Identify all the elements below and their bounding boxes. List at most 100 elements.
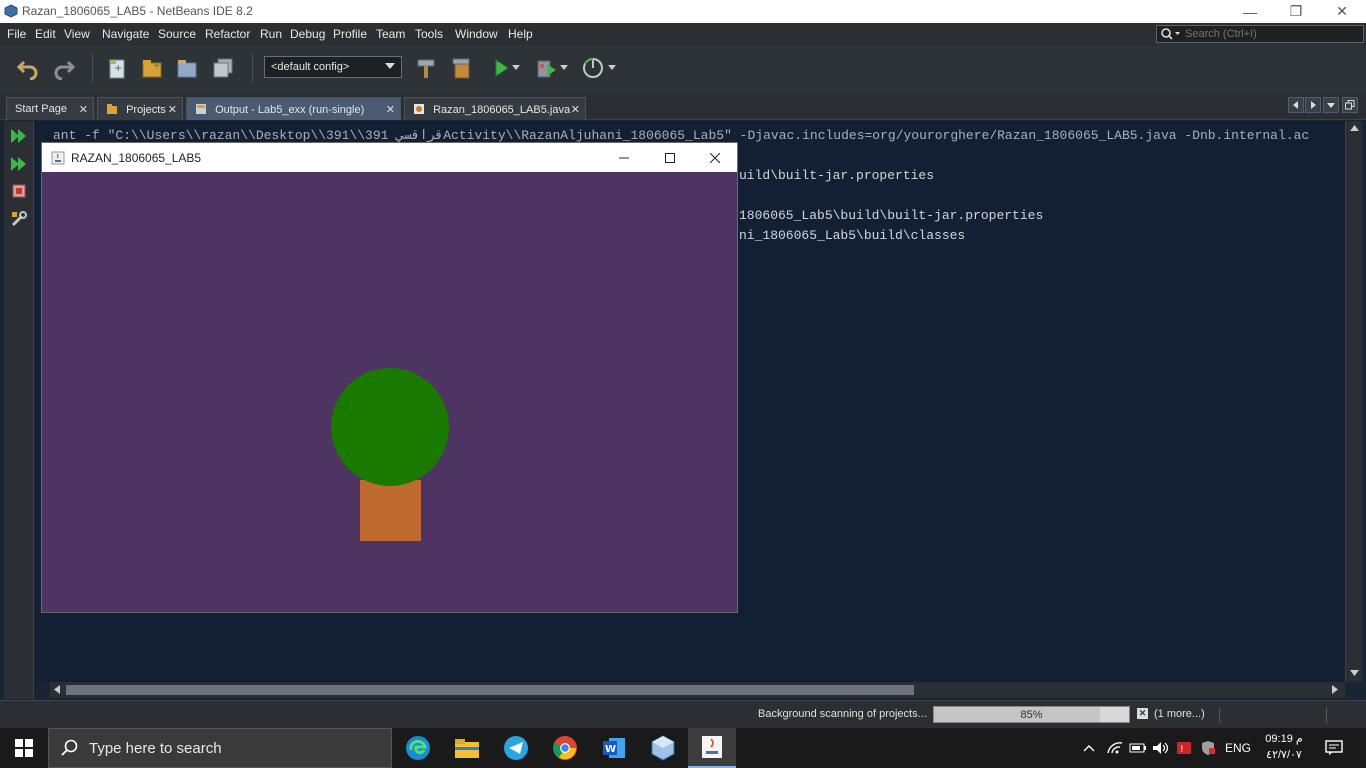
close-icon[interactable]: ✕ [571,103,580,116]
cancel-task-button[interactable]: ✕ [1137,708,1148,719]
volume-control[interactable] [1150,728,1172,768]
tab-scroll-left-button[interactable] [1288,97,1304,113]
undo-button[interactable] [14,54,42,82]
network-status[interactable] [1104,728,1126,768]
tab-projects[interactable]: Projects ✕ [97,97,183,120]
tab-output[interactable]: Output - Lab5_exx (run-single) ✕ [186,97,401,120]
tab-label: Start Page [15,103,67,115]
java-close-button[interactable] [692,143,738,172]
new-project-button[interactable]: + [138,54,166,82]
menu-source[interactable]: Source [158,27,196,41]
menu-run[interactable]: Run [260,27,282,41]
menu-window[interactable]: Window [455,27,498,41]
tab-label: Razan_1806065_LAB5.java [433,104,571,116]
chevron-down-icon [385,63,395,69]
tray-app-2[interactable] [1197,728,1219,768]
stop-button[interactable] [9,181,29,201]
language-indicator[interactable]: ENG [1222,728,1254,768]
taskbar-edge[interactable] [394,728,442,768]
edge-icon [406,736,430,760]
hammer-icon [417,59,435,78]
taskbar-search-box[interactable]: Type here to search [48,728,392,768]
netbeans-icon [4,4,18,18]
menu-profile[interactable]: Profile [333,27,367,41]
redo-button[interactable] [50,54,78,82]
chevron-right-icon [1311,101,1316,109]
run-dropdown[interactable] [508,54,524,82]
chevron-up-icon [1083,745,1095,752]
rerun-button[interactable] [9,126,29,146]
tray-app-1[interactable]: ! [1173,728,1195,768]
clean-build-icon [452,58,470,79]
menu-refactor[interactable]: Refactor [205,27,250,41]
chevron-left-icon [1293,101,1298,109]
profile-gauge-icon [583,58,603,78]
tab-java-file[interactable]: Razan_1806065_LAB5.java ✕ [404,97,586,120]
search-input[interactable] [1185,26,1361,42]
close-button[interactable]: ✕ [1319,0,1365,23]
output-vertical-scrollbar[interactable] [1345,121,1362,682]
config-select[interactable]: <default config> [264,56,402,78]
close-icon[interactable]: ✕ [79,103,88,116]
undo-icon [16,60,38,80]
status-divider [1326,707,1327,723]
menu-team[interactable]: Team [376,27,405,41]
profile-button[interactable] [579,54,607,82]
tab-label: Projects [126,104,166,116]
build-button[interactable] [412,54,440,82]
restore-button[interactable]: ❐ [1273,0,1319,23]
taskbar-chrome[interactable] [541,728,589,768]
tree-foliage [331,368,449,486]
taskbar-clock[interactable]: 09:19 م ٤٢/٧/٠٧ [1258,731,1310,763]
maximize-panel-button[interactable] [1342,97,1358,113]
scrollbar-thumb[interactable] [66,685,914,695]
tab-start-page[interactable]: Start Page ✕ [6,97,94,120]
show-hidden-icons-button[interactable] [1080,728,1098,768]
output-line: uild\built-jar.properties [739,168,935,183]
menu-edit[interactable]: Edit [35,27,56,41]
debug-dropdown[interactable] [556,54,572,82]
close-icon[interactable]: ✕ [386,103,395,116]
taskbar-virtualbox[interactable] [639,728,687,768]
tab-list-button[interactable] [1323,97,1339,113]
status-bar: Background scanning of projects... 85% ✕… [0,700,1366,728]
scroll-right-icon [1332,685,1338,694]
notifications-button[interactable] [1322,728,1346,768]
menu-navigate[interactable]: Navigate [102,27,149,41]
clean-build-button[interactable] [448,54,476,82]
menu-help[interactable]: Help [508,27,533,41]
toolbar: + + <default config> [0,45,1366,93]
minimize-button[interactable]: — [1227,0,1273,23]
taskbar-telegram[interactable] [492,728,540,768]
battery-status[interactable] [1127,728,1149,768]
clock-time: 09:19 م [1265,733,1303,745]
open-project-button[interactable] [173,54,201,82]
window-title: Razan_1806065_LAB5 - NetBeans IDE 8.2 [22,4,253,18]
taskbar-file-explorer[interactable] [443,728,491,768]
new-file-button[interactable]: + [103,54,131,82]
java-minimize-button[interactable] [601,143,647,172]
settings-button[interactable] [9,209,29,229]
output-horizontal-scrollbar[interactable] [50,682,1345,698]
java-app-window: RAZAN_1806065_LAB5 [41,142,738,613]
more-tasks-link[interactable]: (1 more...) [1154,708,1205,720]
menu-debug[interactable]: Debug [290,27,325,41]
output-line: ant -f "C:\\Users\\razan\\Desktop\\391\\… [53,128,1310,143]
profile-dropdown[interactable] [604,54,620,82]
java-window-title: RAZAN_1806065_LAB5 [71,151,202,165]
close-icon[interactable]: ✕ [168,103,177,116]
menu-tools[interactable]: Tools [415,27,443,41]
java-maximize-button[interactable] [647,143,693,172]
menu-view[interactable]: View [64,27,90,41]
rerun-different-params-button[interactable] [9,154,29,174]
start-button[interactable] [0,728,48,768]
ide-search-box[interactable] [1156,25,1364,43]
java-window-titlebar: RAZAN_1806065_LAB5 [42,143,737,172]
save-all-button[interactable] [209,54,237,82]
taskbar-word[interactable]: W [590,728,638,768]
config-select-value: <default config> [271,61,350,73]
taskbar-java-app[interactable] [688,728,736,768]
menu-file[interactable]: File [7,27,26,41]
toolbar-separator [252,54,253,82]
tab-scroll-right-button[interactable] [1305,97,1321,113]
